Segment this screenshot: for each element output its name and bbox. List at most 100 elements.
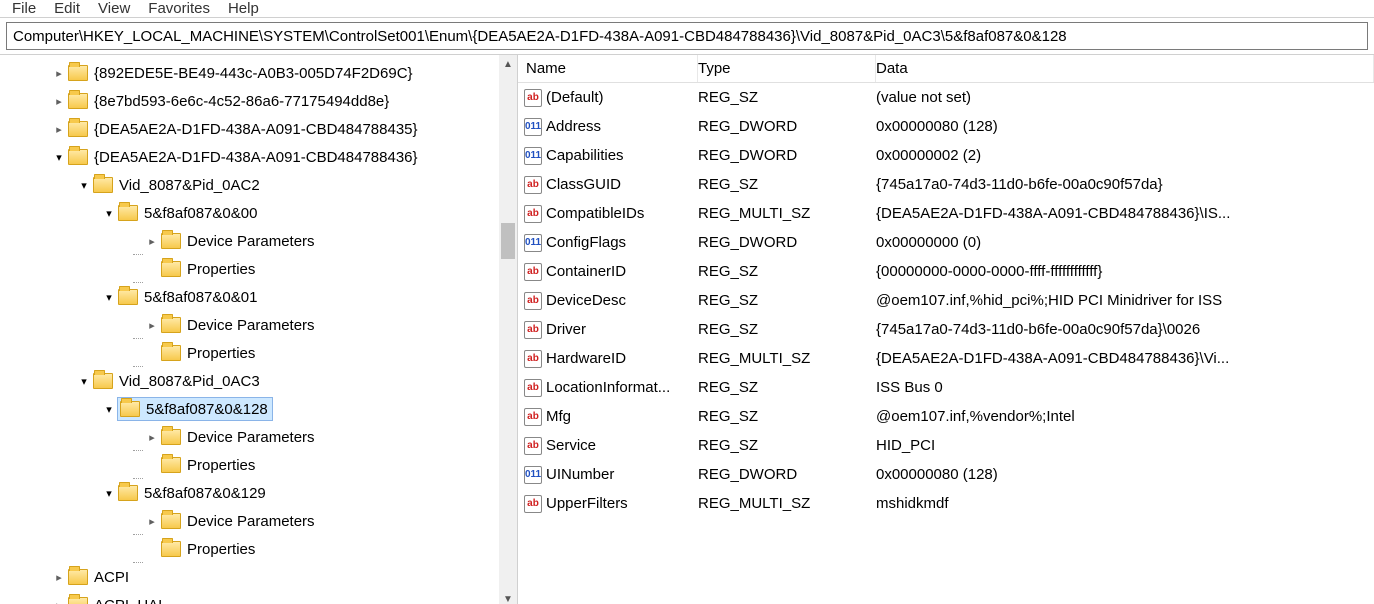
list-row[interactable]: abUpperFilters REG_MULTI_SZ mshidkmdf: [518, 489, 1374, 518]
list-row[interactable]: 011UINumber REG_DWORD 0x00000080 (128): [518, 460, 1374, 489]
value-type: REG_DWORD: [698, 234, 876, 251]
tree-item[interactable]: ▸Device Parameters: [0, 423, 488, 451]
list-row[interactable]: abDriver REG_SZ {745a17a0-74d3-11d0-b6fe…: [518, 315, 1374, 344]
tree-item[interactable]: ▸ Device Parameters: [0, 311, 488, 339]
tree-item[interactable]: ▸ACPI: [0, 563, 488, 591]
chevron-down-icon[interactable]: ▾: [100, 403, 118, 416]
tree-item[interactable]: ▾ 5&f8af087&0&01: [0, 283, 488, 311]
folder-icon: [93, 373, 113, 389]
folder-icon: [161, 261, 181, 277]
tree-item-label: Device Parameters: [187, 317, 315, 334]
tree-item[interactable]: ▾5&f8af087&0&129: [0, 479, 488, 507]
chevron-down-icon[interactable]: ▾: [100, 291, 118, 304]
string-value-icon: ab: [524, 379, 542, 397]
tree-item-label: 5&f8af087&0&01: [144, 289, 257, 306]
folder-icon: [68, 149, 88, 165]
list-row[interactable]: abHardwareID REG_MULTI_SZ {DEA5AE2A-D1FD…: [518, 344, 1374, 373]
tree-item[interactable]: Properties: [0, 451, 488, 479]
chevron-right-icon[interactable]: ▸: [143, 235, 161, 248]
chevron-right-icon[interactable]: ▸: [50, 67, 68, 80]
list-row[interactable]: ab(Default) REG_SZ (value not set): [518, 83, 1374, 112]
tree-item[interactable]: ▾Vid_8087&Pid_0AC2: [0, 171, 488, 199]
tree-item[interactable]: ▸Device Parameters: [0, 507, 488, 535]
value-name: DeviceDesc: [546, 292, 626, 309]
value-data: @oem107.inf,%hid_pci%;HID PCI Minidriver…: [876, 292, 1374, 309]
folder-icon: [68, 65, 88, 81]
menu-file[interactable]: File: [12, 0, 36, 17]
list-row[interactable]: abDeviceDesc REG_SZ @oem107.inf,%hid_pci…: [518, 286, 1374, 315]
list-header[interactable]: Name Type Data: [518, 55, 1374, 83]
column-type[interactable]: Type: [698, 55, 876, 82]
tree-item-label: 5&f8af087&0&128: [146, 401, 268, 418]
value-data: {745a17a0-74d3-11d0-b6fe-00a0c90f57da}\0…: [876, 321, 1374, 338]
chevron-right-icon[interactable]: ▸: [50, 95, 68, 108]
list-row[interactable]: abClassGUID REG_SZ {745a17a0-74d3-11d0-b…: [518, 170, 1374, 199]
value-data: 0x00000002 (2): [876, 147, 1374, 164]
list-row[interactable]: 011Capabilities REG_DWORD 0x00000002 (2): [518, 141, 1374, 170]
chevron-down-icon[interactable]: ▾: [100, 207, 118, 220]
tree-item[interactable]: ▾ 5&f8af087&0&128: [0, 395, 488, 423]
binary-value-icon: 011: [524, 234, 542, 252]
list-row[interactable]: abContainerID REG_SZ {00000000-0000-0000…: [518, 257, 1374, 286]
chevron-right-icon[interactable]: ▸: [50, 599, 68, 604]
value-name: CompatibleIDs: [546, 205, 644, 222]
tree-item[interactable]: ▾{DEA5AE2A-D1FD-438A-A091-CBD484788436}: [0, 143, 488, 171]
value-type: REG_SZ: [698, 89, 876, 106]
tree-item[interactable]: ▸ACPI_HAL: [0, 591, 488, 604]
value-type: REG_DWORD: [698, 147, 876, 164]
address-bar[interactable]: Computer\HKEY_LOCAL_MACHINE\SYSTEM\Contr…: [6, 22, 1368, 50]
chevron-down-icon[interactable]: ▾: [100, 487, 118, 500]
chevron-down-icon[interactable]: ▾: [75, 375, 93, 388]
scroll-down-button[interactable]: ▼: [499, 590, 517, 604]
string-value-icon: ab: [524, 321, 542, 339]
folder-icon: [68, 121, 88, 137]
binary-value-icon: 011: [524, 118, 542, 136]
scroll-up-button[interactable]: ▲: [499, 55, 517, 73]
tree-item[interactable]: Properties: [0, 535, 488, 563]
chevron-right-icon[interactable]: ▸: [50, 123, 68, 136]
value-data: @oem107.inf,%vendor%;Intel: [876, 408, 1374, 425]
tree-item[interactable]: ▸{8e7bd593-6e6c-4c52-86a6-77175494dd8e}: [0, 87, 488, 115]
list-row[interactable]: 011Address REG_DWORD 0x00000080 (128): [518, 112, 1374, 141]
list-row[interactable]: abLocationInformat... REG_SZ ISS Bus 0: [518, 373, 1374, 402]
chevron-down-icon[interactable]: ▾: [50, 151, 68, 164]
scroll-thumb[interactable]: [501, 223, 515, 259]
tree-item[interactable]: ▾Vid_8087&Pid_0AC3: [0, 367, 488, 395]
tree-item-label: 5&f8af087&0&00: [144, 205, 257, 222]
tree-item[interactable]: Properties: [0, 255, 488, 283]
tree-item-label: Properties: [187, 345, 255, 362]
column-data[interactable]: Data: [876, 55, 1374, 82]
tree-item[interactable]: ▾ 5&f8af087&0&00: [0, 199, 488, 227]
list-row[interactable]: abCompatibleIDs REG_MULTI_SZ {DEA5AE2A-D…: [518, 199, 1374, 228]
tree-item-label: Properties: [187, 457, 255, 474]
list-row[interactable]: 011ConfigFlags REG_DWORD 0x00000000 (0): [518, 228, 1374, 257]
chevron-right-icon[interactable]: ▸: [143, 431, 161, 444]
menu-favorites[interactable]: Favorites: [148, 0, 210, 17]
chevron-right-icon[interactable]: ▸: [143, 319, 161, 332]
vertical-scrollbar[interactable]: ▲ ▼: [499, 55, 517, 604]
string-value-icon: ab: [524, 263, 542, 281]
menu-edit[interactable]: Edit: [54, 0, 80, 17]
menu-help[interactable]: Help: [228, 0, 259, 17]
tree-item[interactable]: ▸{DEA5AE2A-D1FD-438A-A091-CBD484788435}: [0, 115, 488, 143]
string-value-icon: ab: [524, 89, 542, 107]
value-type: REG_SZ: [698, 292, 876, 309]
value-type: REG_MULTI_SZ: [698, 495, 876, 512]
value-type: REG_MULTI_SZ: [698, 205, 876, 222]
list-row[interactable]: abService REG_SZ HID_PCI: [518, 431, 1374, 460]
tree-item[interactable]: ▸{892EDE5E-BE49-443c-A0B3-005D74F2D69C}: [0, 59, 488, 87]
menu-view[interactable]: View: [98, 0, 130, 17]
list-row[interactable]: abMfg REG_SZ @oem107.inf,%vendor%;Intel: [518, 402, 1374, 431]
folder-icon: [161, 317, 181, 333]
chevron-right-icon[interactable]: ▸: [143, 515, 161, 528]
address-text: Computer\HKEY_LOCAL_MACHINE\SYSTEM\Contr…: [13, 28, 1067, 45]
string-value-icon: ab: [524, 437, 542, 455]
tree-item[interactable]: Properties: [0, 339, 488, 367]
chevron-right-icon[interactable]: ▸: [50, 571, 68, 584]
column-name[interactable]: Name: [518, 55, 698, 82]
tree-view[interactable]: ▸{892EDE5E-BE49-443c-A0B3-005D74F2D69C}▸…: [0, 55, 488, 604]
value-data: (value not set): [876, 89, 1374, 106]
chevron-down-icon[interactable]: ▾: [75, 179, 93, 192]
tree-item[interactable]: ▸Device Parameters: [0, 227, 488, 255]
values-list[interactable]: Name Type Data ab(Default) REG_SZ (value…: [518, 55, 1374, 604]
